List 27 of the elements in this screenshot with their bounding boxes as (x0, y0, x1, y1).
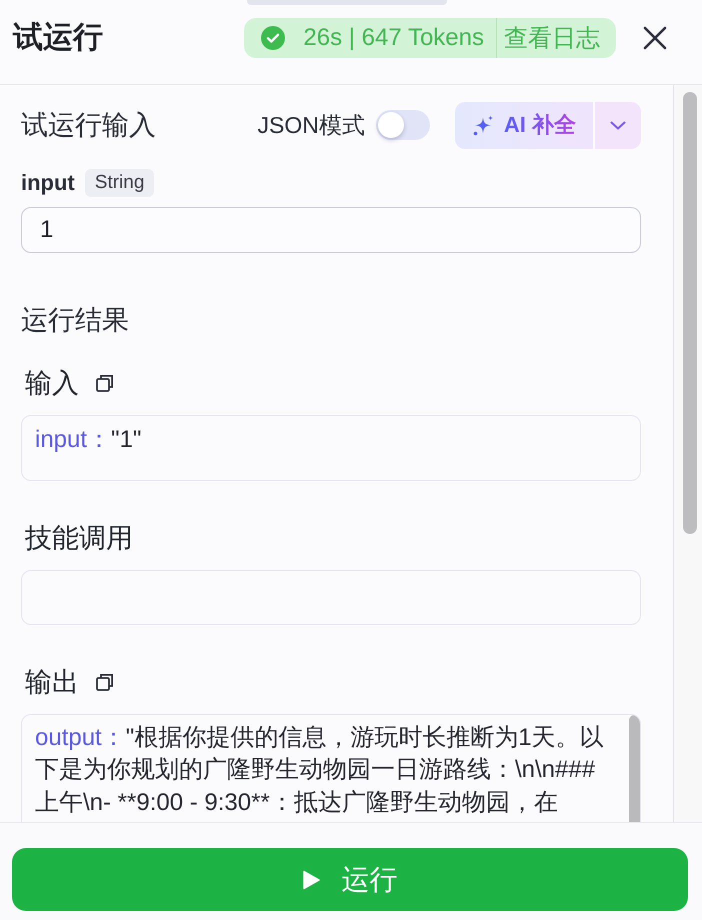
play-icon (302, 870, 320, 890)
json-mode-switch[interactable] (376, 110, 430, 140)
input-field[interactable]: 1 (21, 207, 641, 253)
results-title: 运行结果 (21, 304, 130, 337)
panel-title: 试运行 (13, 20, 104, 56)
copy-icon[interactable] (96, 672, 114, 690)
result-section-title: 输出 (25, 666, 79, 698)
type-tag: String (84, 169, 154, 197)
result-section-title: 技能调用 (25, 522, 133, 554)
result-text: input："1" (35, 425, 142, 455)
scrollbar-thumb[interactable] (629, 714, 640, 822)
ai-complete-button[interactable]: AI 补全 (454, 102, 593, 148)
drag-handle[interactable] (247, 0, 447, 5)
view-log-button[interactable]: 查看日志 (497, 18, 616, 58)
run-button[interactable]: 运行 (12, 848, 688, 911)
field-label: input (21, 170, 75, 196)
close-icon (643, 26, 667, 50)
copy-icon[interactable] (96, 374, 114, 392)
sparkle-icon (472, 114, 494, 136)
run-summary: 26s | 647 Tokens (303, 24, 484, 52)
section-title: 试运行输入 (21, 109, 157, 142)
result-section-title: 输入 (25, 367, 79, 400)
scrollbar-thumb[interactable] (683, 92, 697, 534)
result-text: output："根据你提供的信息，游玩时长推断为1天。以 下是为你规划的广隆野生动物园一日游路线：\n\n### 上午\n- **9:00 - 9:30**：抵达广隆野生动物园，在 (35, 722, 605, 818)
caret-icon (610, 120, 626, 130)
json-mode-label: JSON模式 (258, 110, 365, 140)
ai-options-button[interactable] (595, 102, 641, 148)
